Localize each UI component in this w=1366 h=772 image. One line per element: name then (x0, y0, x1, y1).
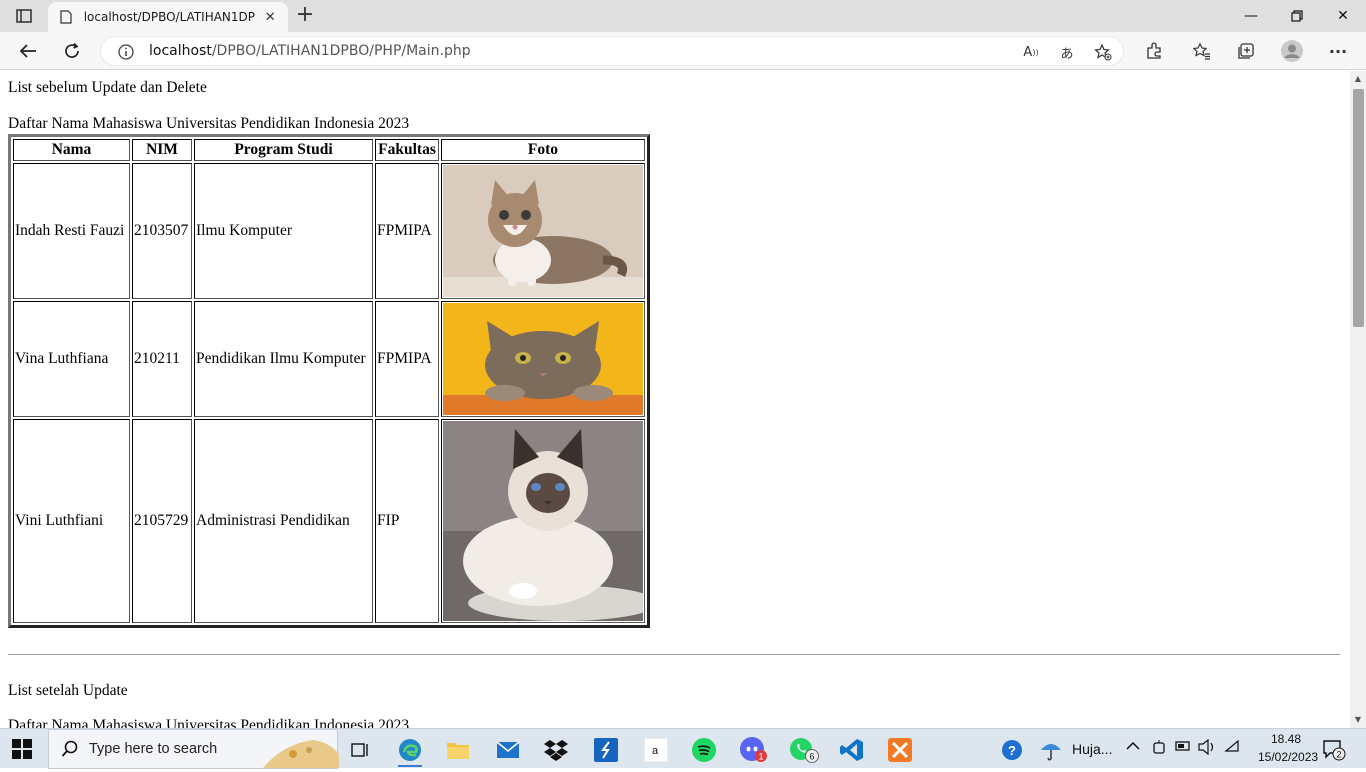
favorites-icon[interactable] (1188, 37, 1216, 65)
whatsapp-icon[interactable]: 6 (784, 733, 824, 767)
discord-badge-count: 1 (759, 752, 764, 762)
column-header-foto: Foto (441, 139, 645, 161)
dropbox-icon[interactable] (536, 733, 576, 767)
table-row: Vina Luthfiana 210211 Pendidikan Ilmu Ko… (13, 301, 645, 417)
weather-text[interactable]: Huja... (1072, 741, 1112, 757)
vscode-icon[interactable] (832, 733, 872, 767)
show-hidden-icons-icon[interactable] (1126, 739, 1140, 754)
xampp-icon[interactable] (880, 733, 920, 767)
browser-tab[interactable]: localhost/DPBO/LATIHAN1DPBO ✕ (48, 2, 288, 32)
volume-icon[interactable] (1198, 738, 1216, 760)
profile-avatar-icon[interactable] (1278, 37, 1306, 65)
notification-center-icon[interactable]: 2 (1322, 739, 1346, 766)
cat-birman-photo (443, 421, 643, 621)
cell-nim: 2105729 (132, 419, 192, 623)
extensions-icon[interactable] (1140, 37, 1168, 65)
clock-time[interactable]: 18.48 (1258, 732, 1314, 746)
search-placeholder: Type here to search (89, 741, 218, 757)
notification-badge-count: 2 (1337, 750, 1342, 760)
cat-yellow-bg-photo (443, 303, 643, 415)
read-aloud-icon[interactable]: A)) (1021, 42, 1041, 62)
table-row: Vini Luthfiani 2105729 Administrasi Pend… (13, 419, 645, 623)
translate-icon[interactable]: あ (1057, 42, 1077, 62)
heading-after: List setelah Update (8, 682, 128, 699)
cell-program-studi: Ilmu Komputer (194, 163, 373, 299)
column-header-nama: Nama (13, 139, 130, 161)
separator (8, 654, 1340, 655)
clock-date[interactable]: 15/02/2023 (1258, 750, 1318, 764)
cell-fakultas: FIP (375, 419, 439, 623)
site-info-icon[interactable] (117, 43, 135, 61)
cell-nama: Vini Luthfiani (13, 419, 130, 623)
tab-title: localhost/DPBO/LATIHAN1DPBO (83, 10, 257, 24)
new-tab-icon[interactable]: + (294, 4, 316, 26)
amazon-icon[interactable]: a (636, 733, 676, 767)
browser-toolbar: localhost/DPBO/LATIHAN1DPBO/PHP/Main.php… (0, 32, 1366, 70)
student-table: Nama NIM Program Studi Fakultas Foto Ind… (8, 134, 650, 628)
page-content: List sebelum Update dan Delete Daftar Na… (0, 71, 1350, 728)
scroll-up-icon[interactable]: ▲ (1350, 71, 1366, 87)
table-caption: Daftar Nama Mahasiswa Universitas Pendid… (8, 115, 410, 132)
table-header-row: Nama NIM Program Studi Fakultas Foto (13, 139, 645, 161)
edge-taskbar-icon[interactable] (390, 733, 430, 767)
windows-start-icon[interactable] (12, 739, 32, 759)
tab-close-icon[interactable]: ✕ (262, 10, 278, 25)
scroll-thumb[interactable] (1353, 89, 1364, 327)
more-menu-icon[interactable]: ··· (1324, 37, 1352, 65)
cell-nama: Vina Luthfiana (13, 301, 130, 417)
whatsapp-badge-count: 6 (810, 752, 815, 762)
rain-weather-icon (1036, 733, 1066, 767)
file-explorer-icon[interactable] (438, 733, 478, 767)
svg-text:a: a (652, 745, 659, 757)
column-header-program-studi: Program Studi (194, 139, 373, 161)
task-view-icon[interactable] (340, 733, 380, 767)
help-icon[interactable]: ? (994, 733, 1030, 767)
battery-icon[interactable] (1174, 739, 1192, 758)
collections-icon[interactable] (1232, 37, 1260, 65)
refresh-icon[interactable] (58, 37, 86, 65)
vertical-scrollbar[interactable]: ▲ ▼ (1350, 71, 1366, 728)
cell-nim: 2103507 (132, 163, 192, 299)
search-highlight-image (263, 734, 339, 768)
spotify-icon[interactable] (684, 733, 724, 767)
page-icon (58, 9, 74, 25)
close-window-icon[interactable]: ✕ (1320, 0, 1366, 32)
cell-foto (441, 301, 645, 417)
cell-program-studi: Pendidikan Ilmu Komputer (194, 301, 373, 417)
cell-nama: Indah Resti Fauzi (13, 163, 130, 299)
cell-foto (441, 419, 645, 623)
address-bar[interactable]: localhost/DPBO/LATIHAN1DPBO/PHP/Main.php… (100, 36, 1124, 66)
url-text: localhost/DPBO/LATIHAN1DPBO/PHP/Main.php (149, 43, 471, 59)
scroll-down-icon[interactable]: ▼ (1350, 712, 1366, 728)
wifi-icon[interactable] (1224, 739, 1240, 758)
cell-fakultas: FPMIPA (375, 163, 439, 299)
cat-kitten-photo (443, 165, 643, 297)
search-icon (61, 740, 79, 758)
column-header-nim: NIM (132, 139, 192, 161)
cell-fakultas: FPMIPA (375, 301, 439, 417)
discord-icon[interactable]: 1 (734, 733, 774, 767)
back-icon[interactable] (14, 37, 42, 65)
add-favorite-icon[interactable] (1093, 42, 1113, 62)
heading-before: List sebelum Update dan Delete (8, 79, 207, 96)
svg-text:?: ? (1008, 743, 1016, 758)
table-row: Indah Resti Fauzi 2103507 Ilmu Komputer … (13, 163, 645, 299)
minimize-icon[interactable]: — (1228, 0, 1274, 32)
cell-foto (441, 163, 645, 299)
network-adapter-icon[interactable] (1152, 739, 1166, 762)
cell-program-studi: Administrasi Pendidikan (194, 419, 373, 623)
taskbar: Type here to search a 1 6 ? Huja... 18.4… (0, 728, 1366, 769)
column-header-fakultas: Fakultas (375, 139, 439, 161)
tab-bar: localhost/DPBO/LATIHAN1DPBO ✕ + — ✕ (0, 0, 1366, 32)
restore-icon[interactable] (1274, 0, 1320, 32)
cell-nim: 210211 (132, 301, 192, 417)
table-caption-after: Daftar Nama Mahasiswa Universitas Pendid… (8, 717, 410, 728)
taskbar-search-box[interactable]: Type here to search (48, 729, 339, 769)
tab-actions-icon[interactable] (12, 6, 36, 26)
sway-app-icon[interactable] (586, 733, 626, 767)
mail-icon[interactable] (488, 733, 528, 767)
